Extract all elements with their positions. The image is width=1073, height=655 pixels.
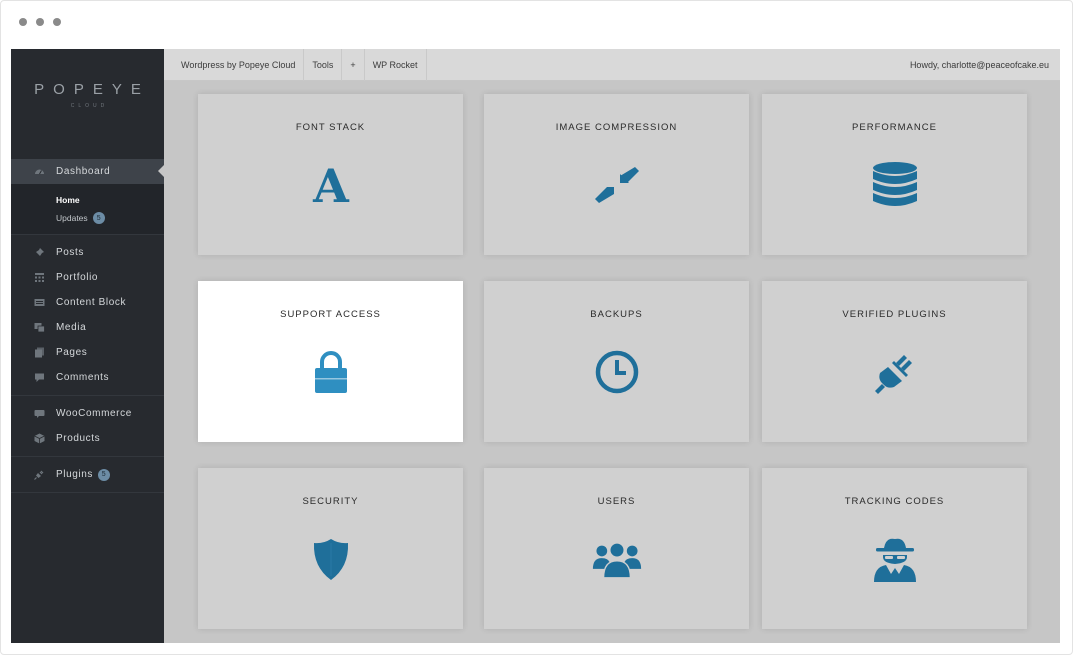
shield-icon [306, 534, 356, 584]
tile-tracking-codes[interactable]: TRACKING CODES [762, 468, 1027, 629]
comment-icon [34, 372, 45, 383]
clock-icon [592, 347, 642, 397]
tile-performance[interactable]: PERFORMANCE [762, 94, 1027, 255]
sidebar-item-label: Posts [56, 247, 85, 258]
sidebar-item-label: Products [56, 433, 101, 444]
logo-sub-text: CLOUD [70, 103, 109, 109]
tile-title: BACKUPS [590, 309, 643, 320]
sidebar-item-label: Portfolio [56, 272, 99, 283]
sidebar-item-label: Dashboard [56, 166, 111, 177]
plug-icon [34, 469, 45, 480]
tile-title: USERS [597, 496, 636, 507]
sidebar-item-label: Comments [56, 372, 110, 383]
logo-main-text: POPEYE [34, 81, 150, 98]
font-icon: A [306, 160, 356, 210]
sidebar-item-dashboard[interactable]: Dashboard [11, 159, 164, 184]
submenu-item-label: Updates [56, 213, 88, 223]
sidebar-item-media[interactable]: Media [11, 315, 164, 340]
tile-title: VERIFIED PLUGINS [842, 309, 947, 320]
sidebar-item-label: Pages [56, 347, 88, 358]
tile-security[interactable]: SECURITY [198, 468, 463, 629]
tile-backups[interactable]: BACKUPS [484, 281, 749, 442]
grid-icon [34, 272, 45, 283]
users-icon [592, 534, 642, 584]
topbar-account-greeting[interactable]: Howdy, charlotte@peaceofcake.eu [910, 49, 1049, 81]
sidebar-item-label: Content Block [56, 297, 127, 308]
pages-icon [34, 347, 45, 358]
sidebar-item-label: WooCommerce [56, 408, 132, 419]
sidebar-item-products[interactable]: Products [11, 426, 164, 451]
sidebar-item-comments[interactable]: Comments [11, 365, 164, 390]
submenu-item-home[interactable]: Home [56, 191, 164, 209]
plug-icon [870, 347, 920, 397]
tile-image-compression[interactable]: IMAGE COMPRESSION [484, 94, 749, 255]
sidebar-item-label: Plugins [56, 469, 93, 480]
woo-icon [34, 408, 45, 419]
tile-title: TRACKING CODES [844, 496, 945, 507]
submenu-item-label: Home [56, 195, 80, 205]
tile-title: SUPPORT ACCESS [280, 309, 381, 320]
tile-font-stack[interactable]: FONT STACK A [198, 94, 463, 255]
tile-title: PERFORMANCE [852, 122, 937, 133]
tile-verified-plugins[interactable]: VERIFIED PLUGINS [762, 281, 1027, 442]
dashboard-submenu: Home Updates 5 [11, 184, 164, 234]
topbar-wp-rocket-link[interactable]: WP Rocket [365, 49, 427, 81]
tile-support-access[interactable]: SUPPORT ACCESS [198, 281, 463, 442]
tile-title: FONT STACK [295, 122, 366, 133]
window-dot-close[interactable] [19, 18, 27, 26]
sidebar-item-portfolio[interactable]: Portfolio [11, 265, 164, 290]
topbar-tools-link[interactable]: Tools [304, 49, 343, 81]
media-icon [34, 322, 45, 333]
wp-admin-app: POPEYE CLOUD Dashboard Home Updates 5 Po… [11, 49, 1060, 643]
plugins-count-badge: 5 [98, 468, 110, 481]
sidebar: POPEYE CLOUD Dashboard Home Updates 5 Po… [11, 49, 164, 643]
dashboard-icon [34, 166, 45, 177]
logo[interactable]: POPEYE CLOUD [11, 81, 164, 109]
pin-icon [34, 247, 45, 258]
submenu-item-updates[interactable]: Updates 5 [56, 209, 164, 227]
box-icon [34, 433, 45, 444]
tile-title: SECURITY [302, 496, 359, 507]
sidebar-item-woocommerce[interactable]: WooCommerce [11, 401, 164, 426]
sidebar-group-plugins: Plugins 5 [11, 457, 164, 492]
admin-top-bar: Wordpress by Popeye Cloud Tools + WP Roc… [164, 49, 1060, 81]
tile-title: IMAGE COMPRESSION [555, 122, 678, 133]
sidebar-item-posts[interactable]: Posts [11, 240, 164, 265]
window-dot-minimize[interactable] [36, 18, 44, 26]
sidebar-item-label: Media [56, 322, 87, 333]
lock-icon [306, 347, 356, 397]
menu-separator [11, 492, 164, 493]
topbar-site-link[interactable]: Wordpress by Popeye Cloud [164, 49, 305, 81]
sidebar-item-pages[interactable]: Pages [11, 340, 164, 365]
block-icon [34, 297, 45, 308]
compress-icon [592, 160, 642, 210]
sidebar-group-shop: WooCommerce Products [11, 396, 164, 456]
window-dot-maximize[interactable] [53, 18, 61, 26]
sidebar-group-content: Posts Portfolio Content Block Media Page… [11, 235, 164, 395]
tile-users[interactable]: USERS [484, 468, 749, 629]
sidebar-item-plugins[interactable]: Plugins 5 [11, 462, 164, 487]
database-icon [870, 160, 920, 210]
window-controls [19, 18, 61, 26]
topbar-new-link[interactable]: + [342, 49, 365, 81]
svg-text:A: A [312, 160, 350, 210]
browser-window: POPEYE CLOUD Dashboard Home Updates 5 Po… [0, 0, 1073, 655]
spy-icon [870, 534, 920, 584]
sidebar-menu: Dashboard Home Updates 5 Posts Portfolio… [11, 159, 164, 493]
updates-count-badge: 5 [92, 212, 105, 224]
sidebar-item-content-block[interactable]: Content Block [11, 290, 164, 315]
